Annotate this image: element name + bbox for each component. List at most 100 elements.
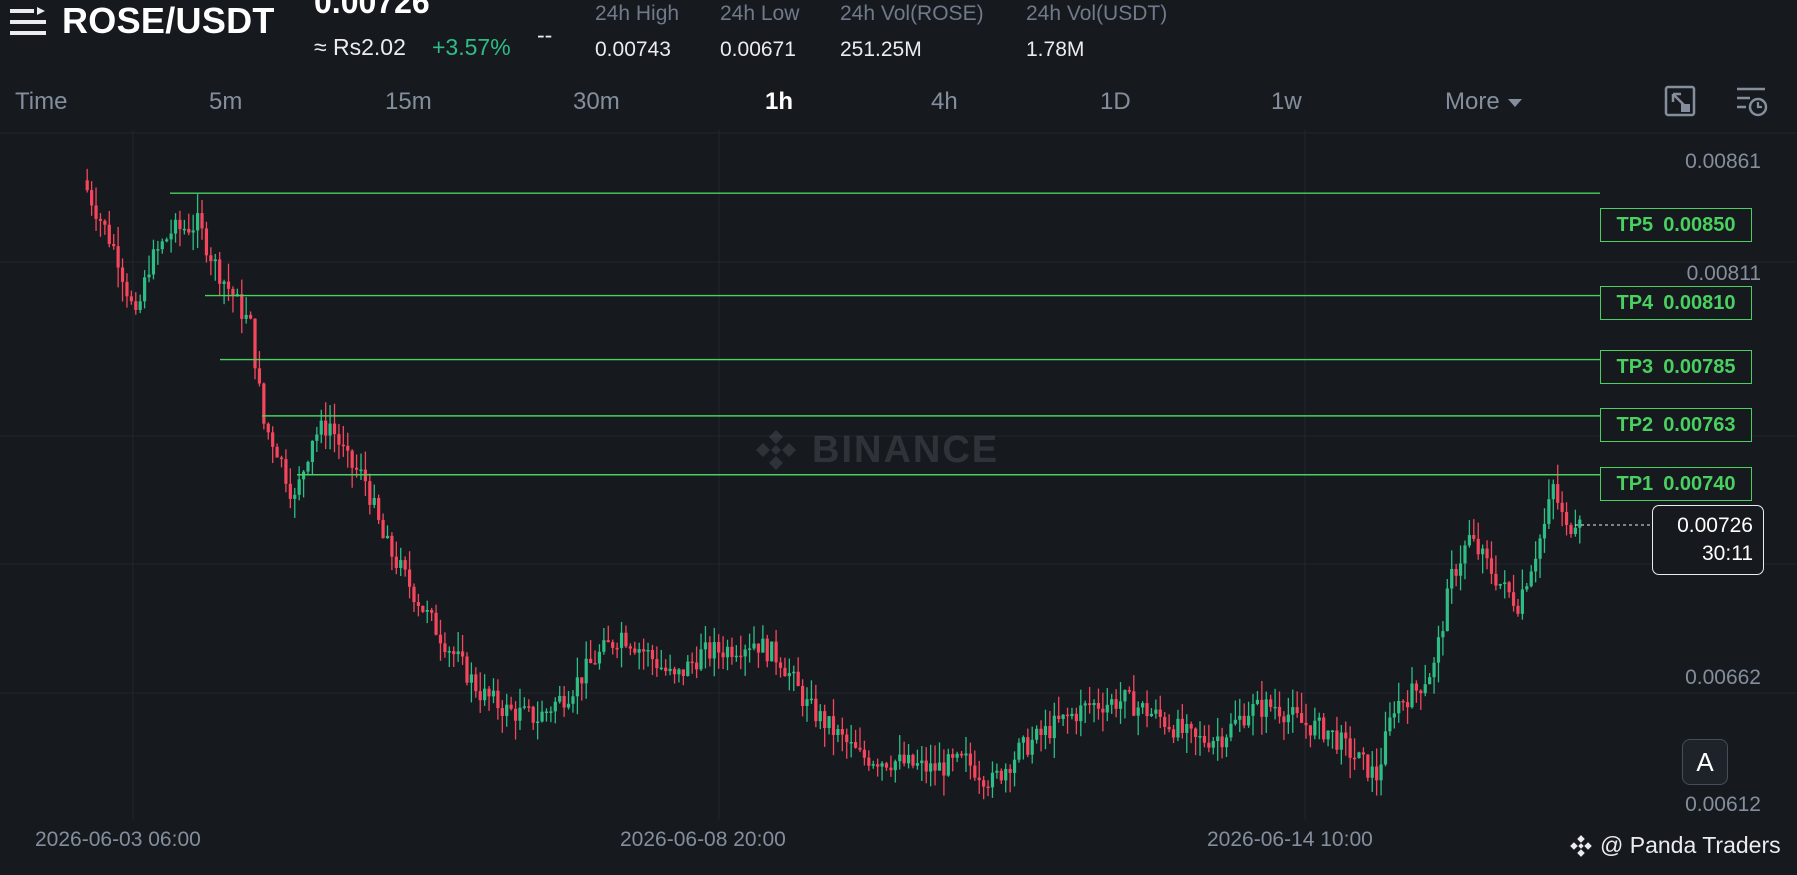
candle bbox=[1282, 711, 1286, 740]
candle bbox=[293, 487, 297, 518]
candle bbox=[853, 729, 858, 749]
candle-body bbox=[1472, 535, 1476, 539]
candle bbox=[1339, 725, 1343, 765]
tab-1d[interactable]: 1D bbox=[1100, 88, 1131, 116]
candle bbox=[1035, 725, 1039, 744]
candle-body bbox=[611, 642, 615, 648]
candle bbox=[1498, 583, 1502, 590]
candle bbox=[1260, 680, 1264, 735]
candle bbox=[646, 642, 650, 667]
candle bbox=[1534, 541, 1538, 583]
candle bbox=[977, 760, 981, 794]
x-axis-label: 2026-06-03 06:00 bbox=[35, 828, 201, 851]
candle-body bbox=[756, 643, 761, 653]
candle bbox=[1057, 696, 1061, 723]
candle bbox=[544, 708, 549, 722]
candle-body bbox=[1330, 730, 1335, 733]
candle bbox=[279, 455, 284, 468]
tab-5m[interactable]: 5m bbox=[209, 88, 242, 116]
tab-1w[interactable]: 1w bbox=[1271, 88, 1302, 116]
candle-body bbox=[606, 640, 610, 643]
candle-body bbox=[708, 642, 712, 659]
candle-body bbox=[695, 662, 699, 670]
candle bbox=[98, 213, 103, 237]
candle bbox=[341, 425, 345, 457]
candle-body bbox=[589, 658, 593, 664]
candle-body bbox=[1441, 631, 1445, 638]
candle-body bbox=[328, 423, 332, 436]
tab-30m[interactable]: 30m bbox=[573, 88, 620, 116]
candle-body bbox=[1489, 558, 1494, 574]
candle bbox=[1507, 580, 1511, 598]
candle-body bbox=[1238, 715, 1242, 720]
candle bbox=[1017, 738, 1021, 763]
candle bbox=[346, 432, 350, 468]
tp-value: 0.00763 bbox=[1663, 413, 1736, 436]
candle bbox=[765, 634, 769, 668]
candle bbox=[951, 748, 955, 772]
tp-value: 0.00785 bbox=[1663, 355, 1736, 378]
tab-1h[interactable]: 1h bbox=[765, 88, 793, 116]
candle-body bbox=[642, 649, 646, 652]
candle-body bbox=[319, 420, 323, 435]
tab-15m[interactable]: 15m bbox=[385, 88, 432, 116]
candlestick-chart[interactable] bbox=[0, 130, 1797, 820]
candle-body bbox=[1154, 709, 1158, 714]
candle-body bbox=[1560, 502, 1564, 512]
candle-body bbox=[1229, 723, 1233, 738]
candle-body bbox=[906, 754, 911, 764]
candle bbox=[1021, 735, 1025, 760]
candle bbox=[1556, 464, 1560, 510]
candle bbox=[1564, 502, 1569, 536]
candle bbox=[1516, 598, 1520, 617]
candle-body bbox=[1414, 683, 1419, 691]
candle-body bbox=[929, 763, 933, 772]
candle bbox=[721, 636, 725, 670]
candle bbox=[628, 643, 632, 656]
timeframe-bar: Time 5m 15m 30m 1h 4h 1D 1w More bbox=[0, 82, 1797, 126]
candle-body bbox=[990, 772, 995, 788]
candle bbox=[385, 525, 390, 539]
candle-body bbox=[213, 259, 217, 262]
candle-body bbox=[165, 239, 169, 242]
candle-body bbox=[248, 314, 253, 319]
candle-body bbox=[1357, 752, 1361, 759]
indicator-settings-icon[interactable] bbox=[1734, 84, 1768, 118]
candle bbox=[787, 658, 791, 691]
tab-4h[interactable]: 4h bbox=[931, 88, 958, 116]
candle-body bbox=[377, 498, 381, 520]
candle-body bbox=[1511, 592, 1516, 606]
tp-name: TP5 bbox=[1616, 213, 1654, 236]
candle bbox=[297, 466, 301, 501]
auto-scale-button[interactable]: A bbox=[1682, 739, 1728, 785]
candle-body bbox=[169, 233, 173, 240]
candle bbox=[1485, 540, 1489, 570]
pair-title[interactable]: ROSE/USDT bbox=[62, 0, 275, 42]
candle-body bbox=[1445, 588, 1449, 632]
tab-time[interactable]: Time bbox=[15, 88, 67, 116]
candle bbox=[438, 619, 443, 661]
candle-body bbox=[1061, 714, 1065, 720]
candle-body bbox=[509, 704, 513, 709]
candle-body bbox=[1030, 739, 1034, 755]
candle bbox=[1132, 675, 1136, 717]
candle-body bbox=[134, 301, 138, 310]
candle-body bbox=[823, 711, 827, 728]
candle-body bbox=[549, 711, 553, 713]
fullscreen-icon[interactable] bbox=[1663, 84, 1697, 118]
candle-body bbox=[1547, 499, 1551, 524]
candle-body bbox=[805, 699, 809, 707]
candle bbox=[845, 728, 849, 759]
candle bbox=[160, 238, 164, 254]
candle-body bbox=[893, 761, 897, 771]
candle-body bbox=[646, 649, 650, 652]
candle-body bbox=[1264, 699, 1268, 717]
candle-body bbox=[889, 767, 893, 771]
more-dropdown[interactable]: More bbox=[1445, 88, 1522, 116]
menu-icon[interactable] bbox=[10, 6, 46, 38]
candle-body bbox=[1423, 684, 1427, 694]
candle-body bbox=[350, 450, 354, 468]
candle bbox=[1277, 691, 1282, 724]
candle-body bbox=[853, 742, 858, 748]
candle-body bbox=[1361, 752, 1366, 755]
